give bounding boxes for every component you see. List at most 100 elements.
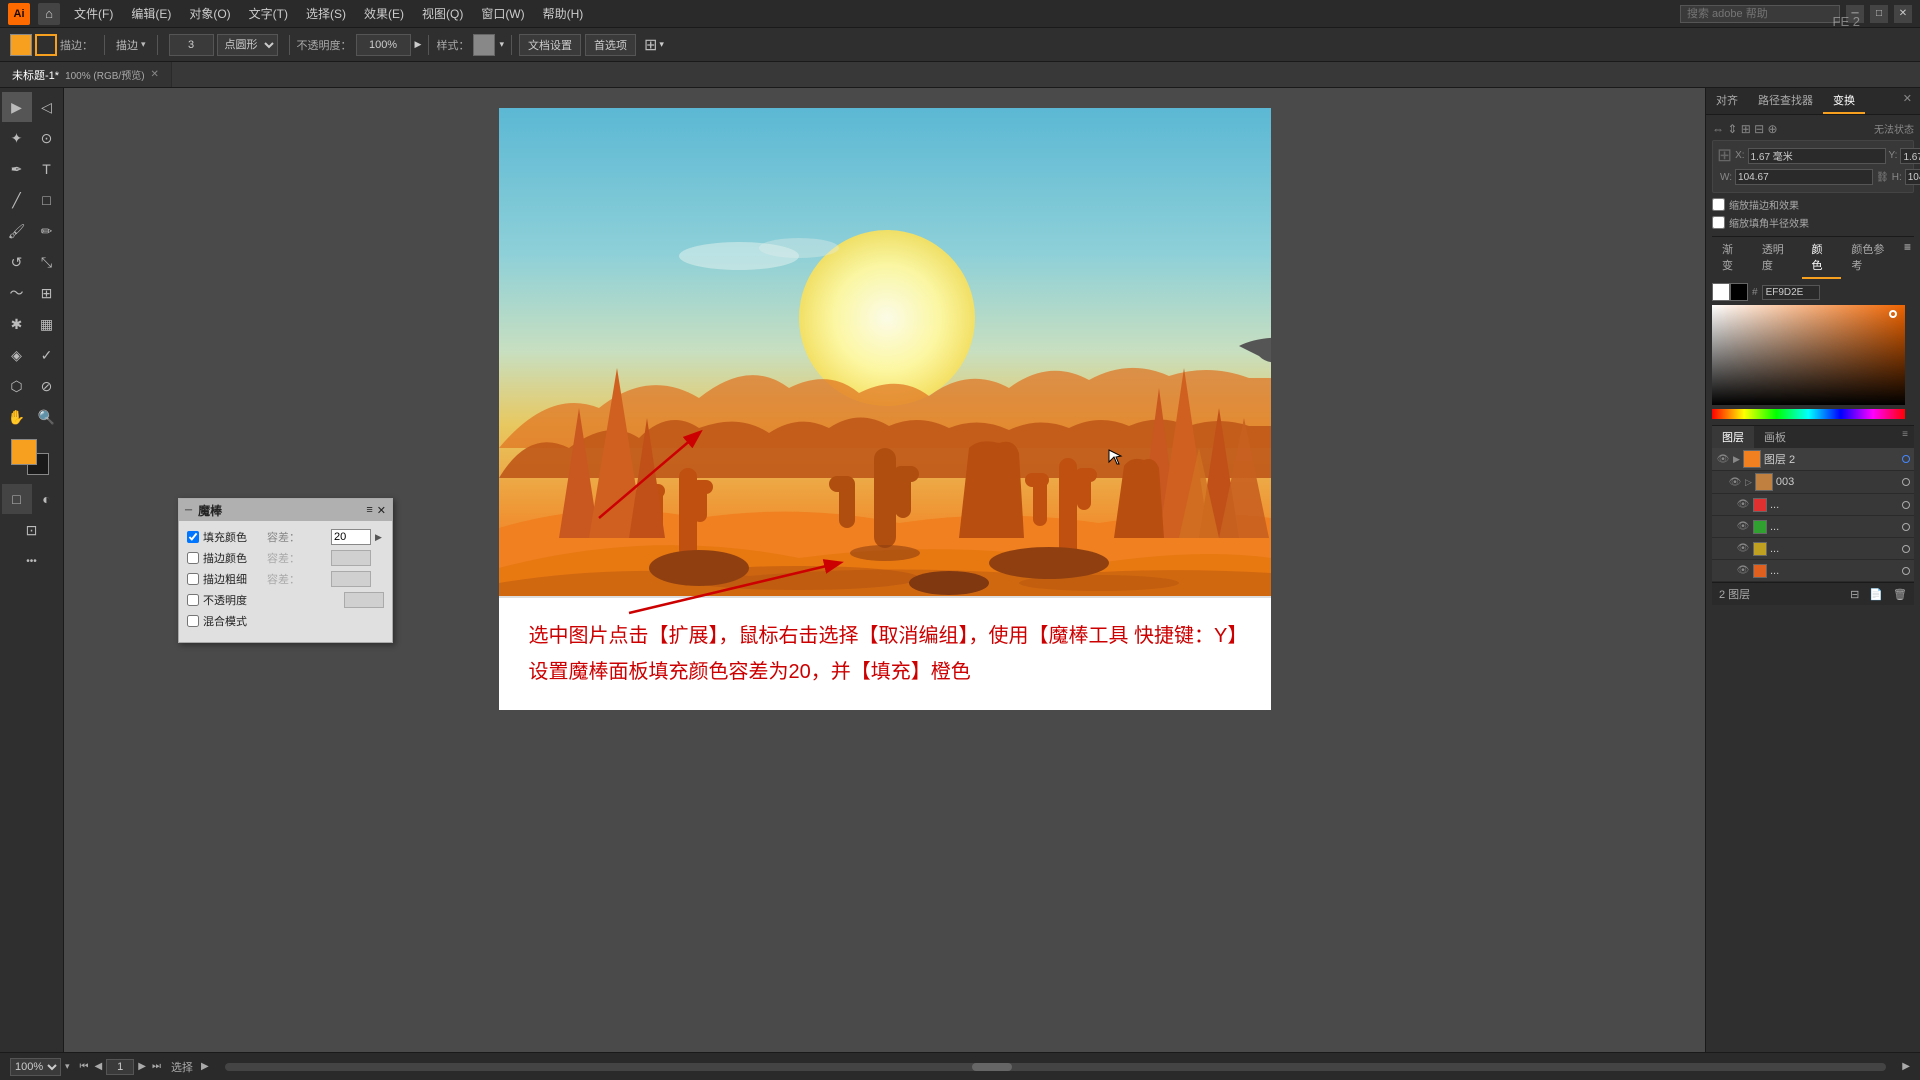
stroke-swatch[interactable] bbox=[35, 34, 57, 56]
normal-mode[interactable]: □ bbox=[2, 484, 32, 514]
menu-effect[interactable]: 效果(E) bbox=[356, 3, 412, 24]
gradient-tool[interactable]: ◈ bbox=[2, 340, 32, 370]
column-chart-tool[interactable]: ▦ bbox=[32, 309, 62, 339]
canvas-wrapper[interactable]: 选中图片点击【扩展】，鼠标右击选择【取消编组】，使用【魔棒工具 快捷键：Y】 设… bbox=[64, 88, 1705, 1052]
horizontal-scrollbar[interactable] bbox=[225, 1063, 1887, 1071]
screen-mode-button[interactable]: ⊡ bbox=[2, 515, 62, 545]
layer-circle-orange[interactable] bbox=[1902, 567, 1910, 575]
warp-tool[interactable]: 〜 bbox=[2, 278, 32, 308]
fill-tolerance-input[interactable] bbox=[331, 529, 371, 545]
panel-menu-icon[interactable]: ≡ bbox=[366, 504, 372, 516]
menu-select[interactable]: 选择(S) bbox=[298, 3, 354, 24]
tab-artboards[interactable]: 画板 bbox=[1754, 426, 1796, 448]
menu-view[interactable]: 视图(Q) bbox=[414, 3, 471, 24]
layer-row-003[interactable]: 👁 ▷ 003 bbox=[1712, 471, 1914, 494]
tab-close-button[interactable]: ✕ bbox=[151, 69, 159, 80]
prefs-button[interactable]: 首选项 bbox=[585, 34, 636, 56]
blend-tool[interactable]: ⬡ bbox=[2, 371, 32, 401]
pen-tool[interactable]: ✒ bbox=[2, 154, 32, 184]
layer-row-green[interactable]: 👁 ... bbox=[1712, 516, 1914, 538]
document-tab[interactable]: 未标题-1* 100% (RGB/预览) ✕ bbox=[0, 62, 172, 87]
select-tool[interactable]: ▶ bbox=[2, 92, 32, 122]
hand-tool[interactable]: ✋ bbox=[2, 402, 32, 432]
menu-file[interactable]: 文件(F) bbox=[66, 3, 121, 24]
pencil-tool[interactable]: ✏ bbox=[32, 216, 62, 246]
layer-eye-003[interactable]: 👁 bbox=[1728, 475, 1742, 489]
hue-slider[interactable] bbox=[1712, 409, 1905, 419]
scroll-right-arrow[interactable]: ▶ bbox=[1902, 1061, 1910, 1072]
fill-tolerance-arrow[interactable]: ▶ bbox=[375, 532, 382, 543]
layer-expand-003[interactable]: ▷ bbox=[1745, 477, 1752, 488]
eyedropper-tool[interactable]: ✓ bbox=[32, 340, 62, 370]
menu-window[interactable]: 窗口(W) bbox=[473, 3, 532, 24]
w-input[interactable] bbox=[1735, 169, 1873, 185]
direct-select-tool[interactable]: ◁ bbox=[32, 92, 62, 122]
menu-help[interactable]: 帮助(H) bbox=[535, 3, 592, 24]
page-number-input[interactable] bbox=[106, 1059, 134, 1075]
tab-pathfinder[interactable]: 路径查找器 bbox=[1748, 88, 1823, 114]
line-tool[interactable]: ╱ bbox=[2, 185, 32, 215]
fill-color-checkbox[interactable] bbox=[187, 531, 199, 543]
hex-input[interactable] bbox=[1762, 285, 1820, 300]
menu-edit[interactable]: 编辑(E) bbox=[123, 3, 179, 24]
menu-object[interactable]: 对象(O) bbox=[181, 3, 238, 24]
foreground-color[interactable] bbox=[11, 439, 37, 465]
panel-close-icon[interactable]: ✕ bbox=[377, 504, 386, 517]
minimize-button[interactable]: ─ bbox=[1846, 5, 1864, 23]
layer-expand-icon[interactable]: ▶ bbox=[1733, 454, 1740, 465]
zoom-tool[interactable]: 🔍 bbox=[32, 402, 62, 432]
layer-visibility-toggle[interactable]: 👁 bbox=[1716, 452, 1730, 466]
scale-corners-checkbox[interactable] bbox=[1712, 216, 1725, 229]
menu-type[interactable]: 文字(T) bbox=[241, 3, 296, 24]
layer-eye-red[interactable]: 👁 bbox=[1736, 498, 1750, 512]
layer-name-003[interactable]: 003 bbox=[1776, 476, 1899, 488]
layer-row-yellow[interactable]: 👁 ... bbox=[1712, 538, 1914, 560]
slice-tool[interactable]: ⊘ bbox=[32, 371, 62, 401]
last-page-button[interactable]: ⏭ bbox=[150, 1061, 163, 1072]
arrange-dropdown-icon[interactable]: ▾ bbox=[659, 39, 664, 50]
panel-minimize-icon[interactable]: ─ bbox=[185, 505, 192, 516]
tab-color[interactable]: 颜色 bbox=[1802, 237, 1842, 279]
brush-shape-select[interactable]: 点圆形 bbox=[217, 34, 278, 56]
stroke-color-checkbox[interactable] bbox=[187, 552, 199, 564]
first-page-button[interactable]: ⏮ bbox=[78, 1061, 91, 1072]
trash-layer-button[interactable]: 🗑 bbox=[1890, 588, 1910, 601]
rotate-tool[interactable]: ↺ bbox=[2, 247, 32, 277]
tab-gradient[interactable]: 渐变 bbox=[1712, 237, 1752, 279]
opacity-arrow[interactable]: ▶ bbox=[415, 39, 422, 50]
tab-opacity[interactable]: 透明度 bbox=[1752, 237, 1802, 279]
stroke-width-checkbox[interactable] bbox=[187, 573, 199, 585]
style-swatch[interactable] bbox=[473, 34, 495, 56]
lasso-tool[interactable]: ⊙ bbox=[32, 123, 62, 153]
draw-inside-mode[interactable]: ◐ bbox=[32, 484, 62, 514]
blend-mode-checkbox[interactable] bbox=[187, 615, 199, 627]
color-panel-menu[interactable]: ≡ bbox=[1901, 237, 1914, 279]
status-arrow[interactable]: ▶ bbox=[201, 1061, 209, 1072]
layer-target-circle[interactable] bbox=[1902, 455, 1910, 463]
brush-size-input[interactable] bbox=[169, 34, 214, 56]
chain-icon[interactable]: ⛓ bbox=[1876, 172, 1889, 183]
layer-eye-orange[interactable]: 👁 bbox=[1736, 564, 1750, 578]
more-tools-button[interactable]: ••• bbox=[2, 546, 62, 576]
h-input[interactable] bbox=[1905, 169, 1920, 185]
maximize-button[interactable]: □ bbox=[1870, 5, 1888, 23]
x-input[interactable] bbox=[1748, 148, 1886, 164]
layer-name-red[interactable]: ... bbox=[1770, 499, 1899, 511]
y-input[interactable] bbox=[1900, 148, 1920, 164]
prev-page-button[interactable]: ◀ bbox=[93, 1061, 105, 1072]
arrange-icon[interactable]: ⊞ bbox=[644, 35, 657, 55]
zoom-select[interactable]: 100% bbox=[10, 1058, 61, 1076]
layer-name-green[interactable]: ... bbox=[1770, 521, 1899, 533]
home-button[interactable]: ⌂ bbox=[38, 3, 60, 25]
magic-wand-tool[interactable]: ✦ bbox=[2, 123, 32, 153]
layer-row-group[interactable]: 👁 ▶ 图层 2 bbox=[1712, 448, 1914, 471]
fill-color-swatch[interactable] bbox=[10, 34, 32, 56]
layer-row-orange[interactable]: 👁 ... bbox=[1712, 560, 1914, 582]
layer-eye-green[interactable]: 👁 bbox=[1736, 520, 1750, 534]
zoom-dropdown-icon[interactable]: ▾ bbox=[65, 1061, 70, 1072]
paintbrush-tool[interactable]: 🖌 bbox=[2, 216, 32, 246]
layers-menu-icon[interactable]: ≡ bbox=[1896, 426, 1914, 448]
doc-settings-button[interactable]: 文档设置 bbox=[519, 34, 581, 56]
symbol-tool[interactable]: ✱ bbox=[2, 309, 32, 339]
scale-strokes-checkbox[interactable] bbox=[1712, 198, 1725, 211]
